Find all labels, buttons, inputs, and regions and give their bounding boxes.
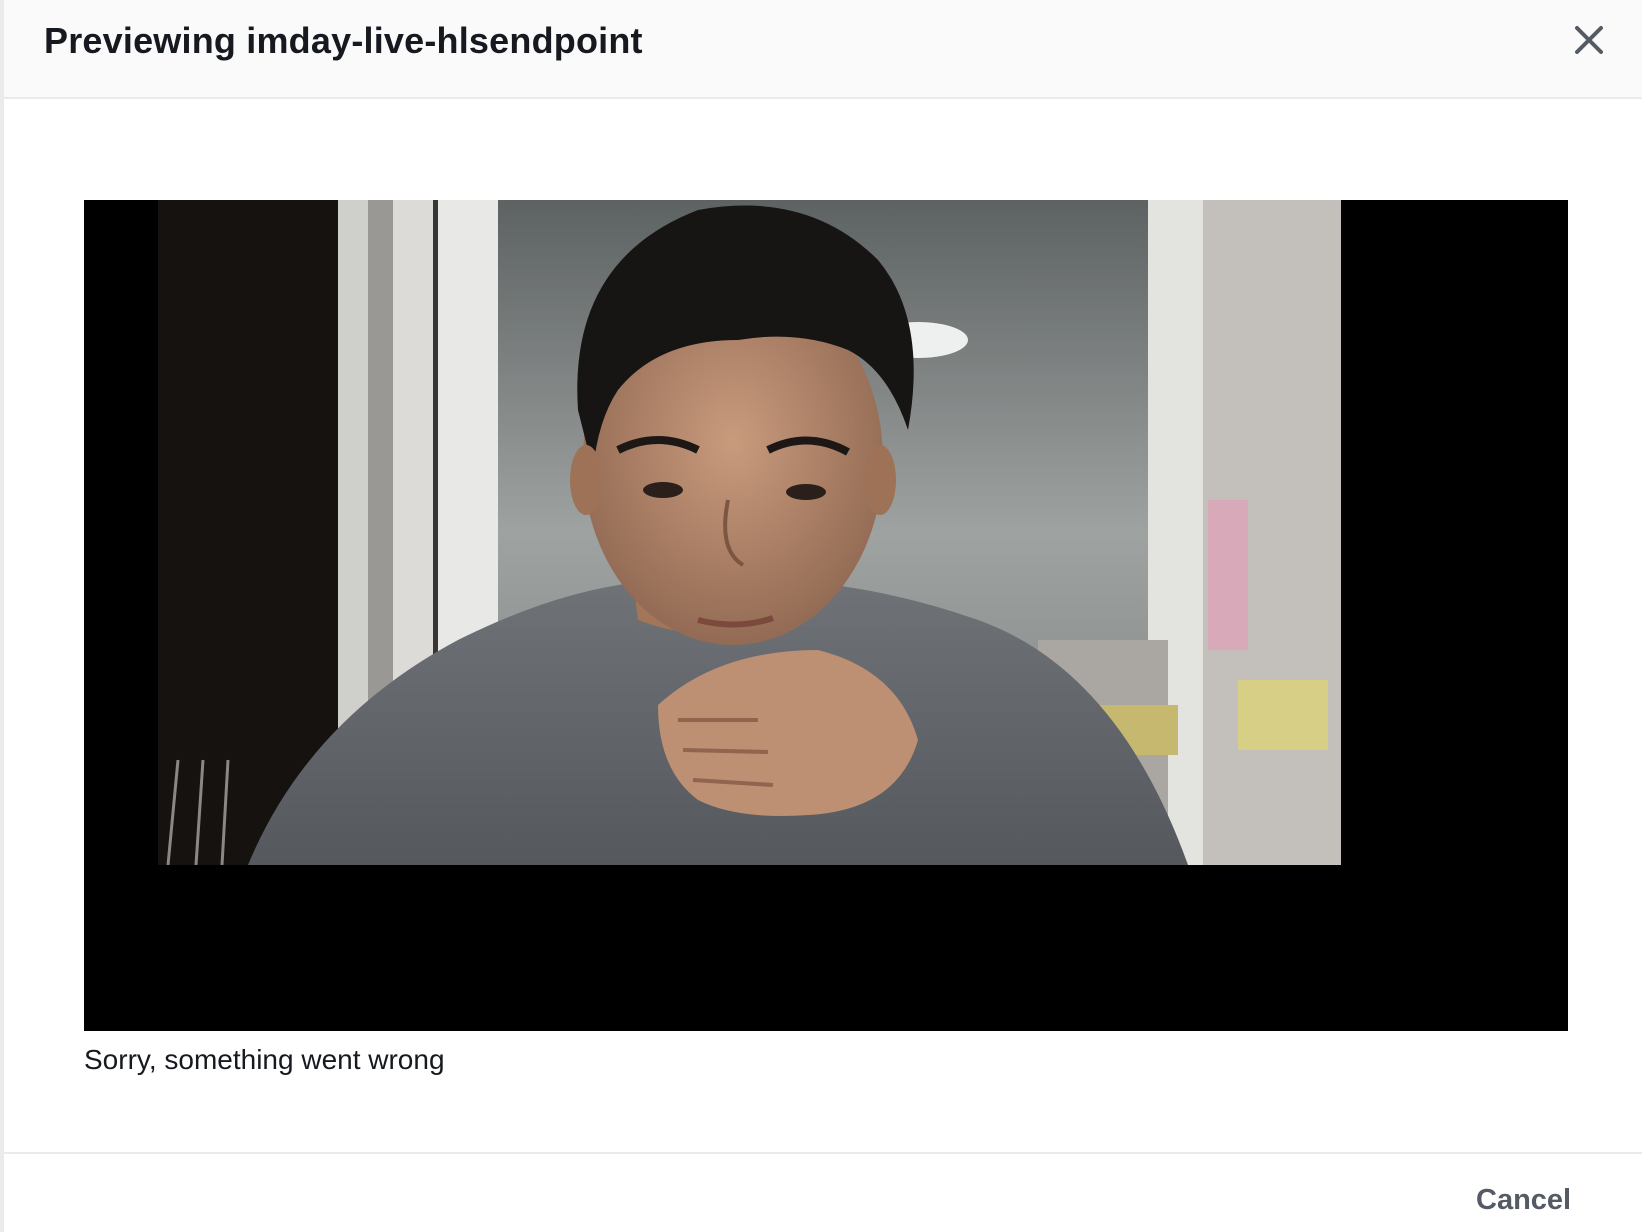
close-icon bbox=[1575, 26, 1603, 54]
modal-title: Previewing imday-live-hlsendpoint bbox=[44, 20, 643, 61]
close-button[interactable] bbox=[1567, 18, 1611, 62]
cancel-button[interactable]: Cancel bbox=[1476, 1184, 1571, 1217]
video-player[interactable] bbox=[84, 200, 1568, 1031]
video-frame bbox=[158, 200, 1341, 865]
modal-header: Previewing imday-live-hlsendpoint bbox=[4, 0, 1642, 99]
video-still-image bbox=[158, 200, 1341, 865]
error-message: Sorry, something went wrong bbox=[84, 1044, 445, 1075]
modal-footer bbox=[4, 1152, 1642, 1232]
preview-modal: Previewing imday-live-hlsendpoint Sorry,… bbox=[0, 0, 1642, 1232]
